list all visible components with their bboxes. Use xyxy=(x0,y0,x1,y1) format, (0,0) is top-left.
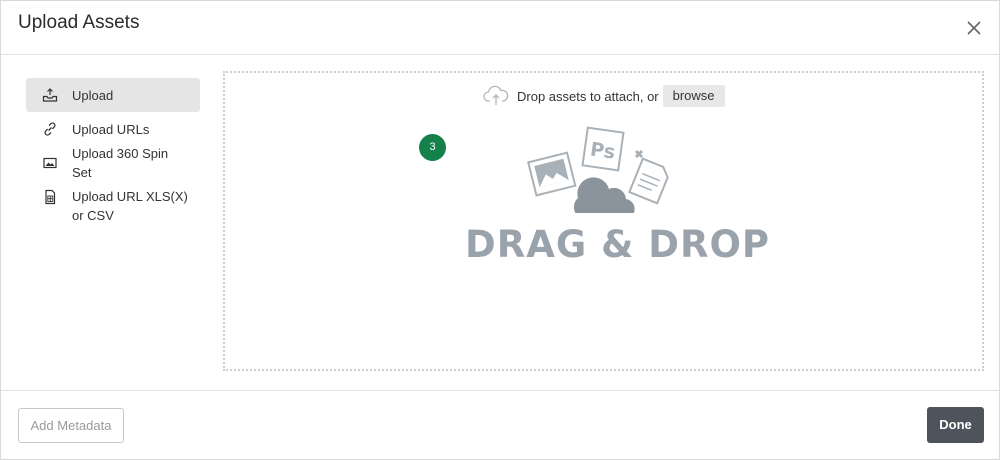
dialog-header: Upload Assets xyxy=(1,1,1000,55)
sidebar-item-upload-urls[interactable]: Upload URLs xyxy=(26,112,200,146)
photo-icon xyxy=(527,151,577,197)
sidebar-item-upload-url-xls-csv[interactable]: Upload URL XLS(X) or CSV xyxy=(26,179,200,223)
svg-text:Ps: Ps xyxy=(589,138,617,163)
photoshop-icon: Ps xyxy=(581,126,625,172)
link-icon xyxy=(42,121,58,137)
image-icon xyxy=(42,155,58,171)
dialog-footer: Add Metadata Done xyxy=(1,390,1000,460)
done-button[interactable]: Done xyxy=(927,407,984,443)
sidebar-item-upload-360-spin-set[interactable]: Upload 360 Spin Set xyxy=(26,145,200,180)
close-icon xyxy=(967,21,981,35)
count-badge: 3 xyxy=(419,134,446,161)
sidebar-item-label: Upload xyxy=(72,87,114,103)
sidebar-item-label: Upload URLs xyxy=(72,121,150,137)
cloud-upload-icon xyxy=(483,85,509,105)
sidebar-item-label: Upload URL XLS(X) or CSV xyxy=(72,189,188,223)
drop-zone[interactable]: Drop assets to attach, or browse 3 Ps DR… xyxy=(223,71,984,371)
upload-method-sidebar: Upload Upload URLs Upload 360 Spin Set U… xyxy=(26,78,200,223)
sidebar-item-upload[interactable]: Upload xyxy=(26,78,200,112)
close-button[interactable] xyxy=(961,15,987,41)
drop-instructions: Drop assets to attach, or browse xyxy=(483,84,725,108)
document-icon xyxy=(628,157,669,205)
drop-text: Drop assets to attach, or xyxy=(517,88,659,104)
drag-drop-text: DRAG & DROP xyxy=(465,223,771,266)
cloud-upload-icon xyxy=(573,177,635,213)
upload-tray-icon xyxy=(42,87,58,103)
spreadsheet-icon xyxy=(42,189,58,205)
sidebar-item-label: Upload 360 Spin Set xyxy=(72,145,169,180)
dialog-title: Upload Assets xyxy=(18,12,140,33)
add-metadata-button[interactable]: Add Metadata xyxy=(18,408,124,443)
upload-assets-dialog: Upload Assets Upload Upload URLs Upload … xyxy=(0,0,1000,460)
drag-drop-illustration: Ps xyxy=(527,126,669,213)
browse-button[interactable]: browse xyxy=(662,85,725,107)
